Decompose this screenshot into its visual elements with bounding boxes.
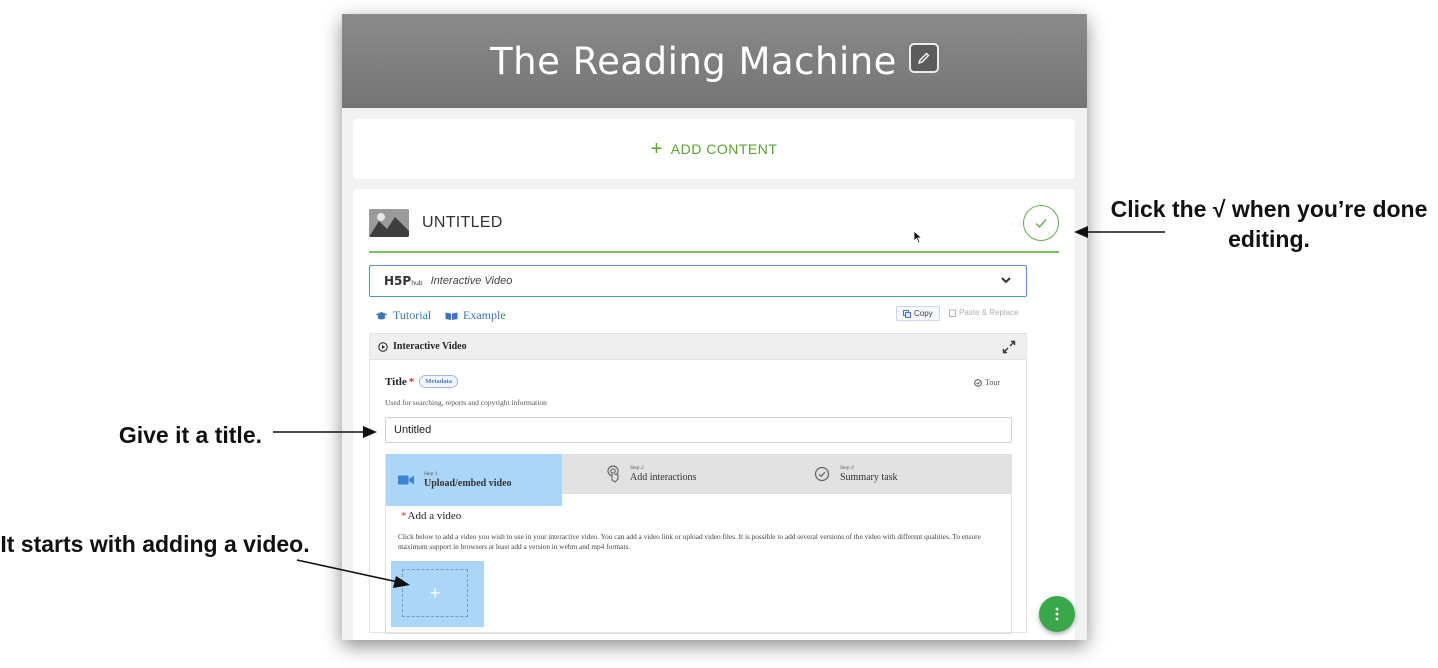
annotation-add-video: It starts with adding a video.: [0, 531, 310, 557]
plus-icon: +: [650, 138, 663, 160]
interactive-video-panel: Interactive Video Title* Metadata Tour: [369, 333, 1027, 634]
app-header: The Reading Machine: [342, 14, 1087, 108]
edit-title-button[interactable]: [908, 43, 939, 73]
copy-icon: [903, 309, 911, 318]
book-icon: [445, 312, 458, 320]
step-2-number: Step 2: [630, 465, 644, 471]
step-2-label: Add interactions: [630, 472, 697, 483]
content-thumbnail: [369, 209, 409, 237]
chevron-down-icon: [1001, 277, 1011, 284]
step-1-number: Step 1: [424, 471, 438, 477]
title-field-description: Used for searching, reports and copyrigh…: [385, 398, 547, 407]
tutorial-link[interactable]: Tutorial: [375, 308, 431, 323]
content-title: UNTITLED: [422, 214, 503, 231]
add-content-button[interactable]: + ADD CONTENT: [353, 119, 1075, 179]
add-video-description: Click below to add a video you wish to u…: [398, 532, 981, 551]
metadata-button[interactable]: Metadata: [419, 375, 459, 388]
step-tabs: Step 1 Upload/embed video Step 2 Add int…: [386, 454, 1011, 506]
annotation-give-title: Give it a title.: [118, 422, 262, 448]
paste-replace-button[interactable]: Paste & Replace: [949, 308, 1019, 317]
content-card: UNTITLED H5Phub Interactive Video Tutori…: [353, 189, 1075, 640]
clipboard-icon: [949, 309, 956, 317]
check-circle-icon: [814, 466, 830, 482]
tab-step-2[interactable]: Step 2 Add interactions: [594, 454, 794, 494]
video-wizard: Step 1 Upload/embed video Step 2 Add int…: [385, 454, 1012, 634]
copy-label: Copy: [914, 309, 933, 318]
h5p-logo: H5Phub: [384, 274, 423, 288]
card-header: UNTITLED: [369, 203, 1059, 253]
plus-icon: +: [429, 582, 441, 603]
video-camera-icon: [398, 475, 414, 485]
help-row: Tutorial Example Copy Paste & Replace: [369, 297, 1027, 333]
check-icon: [1035, 219, 1047, 229]
tour-icon: [974, 378, 982, 387]
content-type-selector[interactable]: H5Phub Interactive Video: [369, 265, 1027, 297]
tour-button[interactable]: Tour: [974, 378, 1000, 387]
graduation-cap-icon: [375, 311, 388, 319]
touch-icon: [607, 465, 619, 483]
pencil-icon: [917, 52, 930, 65]
more-vertical-icon: [1055, 607, 1059, 621]
tab-step-1[interactable]: Step 1 Upload/embed video: [386, 454, 562, 506]
copy-button[interactable]: Copy: [896, 306, 940, 321]
play-circle-icon: [378, 341, 388, 352]
paste-replace-label: Paste & Replace: [959, 308, 1019, 317]
panel-title: Interactive Video: [393, 341, 467, 352]
example-label: Example: [463, 308, 506, 322]
step-3-number: Step 3: [840, 465, 854, 471]
add-video-label: *Add a video: [401, 510, 462, 522]
fullscreen-icon[interactable]: [1002, 340, 1016, 354]
step-3-label: Summary task: [840, 472, 898, 483]
tour-label: Tour: [985, 378, 1000, 387]
mouse-cursor-icon: [913, 230, 923, 244]
step-1-label: Upload/embed video: [424, 478, 512, 489]
app-title: The Reading Machine: [490, 39, 897, 83]
annotation-done-editing: Click the √ when you’re done editing.: [1110, 196, 1428, 252]
content-type-name: Interactive Video: [430, 275, 513, 287]
app-window: The Reading Machine + ADD CONTENT UNTITL…: [342, 14, 1087, 640]
title-input[interactable]: Untitled: [385, 417, 1012, 443]
panel-header[interactable]: Interactive Video: [370, 334, 1026, 360]
title-field-label: Title * Metadata: [385, 375, 459, 388]
add-video-button[interactable]: +: [391, 561, 484, 627]
upload-dropzone: +: [402, 569, 468, 617]
done-editing-button[interactable]: [1023, 205, 1059, 241]
add-content-label: ADD CONTENT: [670, 141, 778, 157]
content-editor: H5Phub Interactive Video Tutorial Exampl…: [369, 265, 1027, 634]
example-link[interactable]: Example: [445, 308, 506, 323]
tutorial-label: Tutorial: [393, 308, 432, 322]
more-options-button[interactable]: [1039, 596, 1075, 632]
tab-step-3[interactable]: Step 3 Summary task: [802, 454, 1002, 494]
